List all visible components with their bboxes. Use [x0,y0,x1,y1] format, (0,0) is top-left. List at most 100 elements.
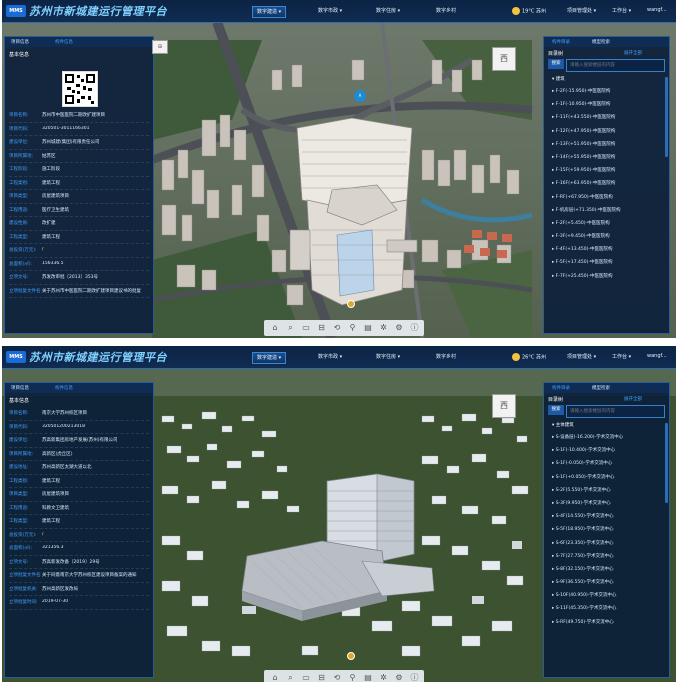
nav-tab-digital-housing[interactable]: 数字住房 ▾ [372,352,404,362]
field-row: 总面积(㎡): 321356.3 [9,542,149,556]
gear-icon[interactable]: ⚙ [394,323,404,333]
measure-icon[interactable]: ▭ [301,673,311,682]
nav-tab-digital-housing[interactable]: 数字住房 ▾ [372,6,404,16]
tree-category[interactable]: ▾ 主体建筑 [552,421,665,431]
tree-item[interactable]: ▸ F-4F(+13.450)-中医医院构 [552,243,665,256]
compass-cube-icon[interactable]: 西 [492,47,516,71]
search-icon[interactable]: ⌕ [286,673,296,682]
map-marker-icon[interactable] [347,300,355,308]
tree-item[interactable]: ▸ S-2F(5.550)-学术交流中心 [552,484,665,497]
home-icon[interactable]: ⌂ [270,673,280,682]
workspace-menu[interactable]: 工作台 ▾ [612,353,631,360]
nav-tab-digital-village[interactable]: 数字乡村 [432,352,460,362]
info-icon[interactable]: ⓘ [410,673,420,682]
tree-item[interactable]: ▸ S-11F(45.350)-学术交流中心 [552,602,665,615]
user-menu[interactable]: wangf... [647,7,667,13]
map-marker-icon[interactable] [347,652,355,660]
tree-item[interactable]: ▸ S-1F(-10.400)-学术交流中心 [552,444,665,457]
field-row: 工程类别: 建筑工程 [9,475,149,488]
tree-item[interactable]: ▸ S-4F(14.550)-学术交流中心 [552,510,665,523]
tree-item[interactable]: ▸ S-1F(-0.050)-学术交流中心 [552,457,665,470]
tree-item[interactable]: ▸ F-2F(+5.450)-中医医院构 [552,217,665,230]
field-row: 项目所属地: 姑苏区 [9,150,149,163]
nav-tab-digital-village[interactable]: 数字乡村 [432,6,460,16]
tree-item[interactable]: ▸ S-设备层(-16.200)-学术交流中心 [552,431,665,444]
measure-icon[interactable]: ▭ [301,323,311,333]
location-icon[interactable]: ⚲ [348,673,358,682]
user-menu[interactable]: wangf... [647,353,667,359]
field-value: 高新区(虎丘区) [42,451,73,457]
field-label: 项目代码: [9,126,29,132]
tab-project-info[interactable]: 项目信息 [11,385,29,391]
zoom-control-icon[interactable]: ⊞ [152,40,168,54]
tab-model-search[interactable]: 模型检索 [592,385,610,391]
tree-item[interactable]: ▸ F-14F(+55.950)-中医医院构 [552,151,665,164]
tree-item[interactable]: ▸ S-7F(27.750)-学术交流中心 [552,550,665,563]
home-icon[interactable]: ⌂ [270,323,280,333]
tab-component-info[interactable]: 构件信息 [55,385,73,391]
rotate-icon[interactable]: ⟲ [332,323,342,333]
org-selector[interactable]: 项目管理处 ▾ [567,7,596,14]
nav-tab-digital-construction[interactable]: 数字建造 ▾ [252,6,287,18]
tree-item[interactable]: ▸ S-10F(40.950)-学术交流中心 [552,589,665,602]
nav-tab-digital-construction[interactable]: 数字建造 ▾ [252,352,287,364]
tree-item[interactable]: ▸ S-9F(36.550)-学术交流中心 [552,576,665,589]
tree-item[interactable]: ▸ F-1F(-10.950)-中医医院构 [552,98,665,111]
tree-item[interactable]: ▸ S-5F(18.950)-学术交流中心 [552,523,665,536]
search-input[interactable] [566,405,665,418]
tree-item[interactable]: ▸ S-1F(+0.050)-学术交流中心 [552,471,665,484]
layers-icon[interactable]: ⊟ [317,673,327,682]
tab-component-catalog[interactable]: 构件目录 [552,385,570,391]
tree-item[interactable]: ▸ F-5F(+17.450)-中医医院构 [552,256,665,269]
location-icon[interactable]: ⚲ [348,323,358,333]
tree-item[interactable]: ▸ F-12F(+47.950)-中医医院构 [552,125,665,138]
tree-item[interactable]: ▸ S-6F(23.350)-学术交流中心 [552,537,665,550]
top-navbar: MMS 苏州市新城建运行管理平台 数字建造 ▾ 数字市政 ▾ 数字住房 ▾ 数字… [2,0,676,23]
tree-item[interactable]: ▸ S-3F(9.950)-学术交流中心 [552,497,665,510]
scrollbar[interactable] [665,423,668,503]
list-icon[interactable]: ▤ [363,323,373,333]
layers-icon[interactable]: ⊟ [317,323,327,333]
tab-project-info[interactable]: 项目信息 [11,39,29,45]
rotate-icon[interactable]: ⟲ [332,673,342,682]
tree-category[interactable]: ▾ 建筑 [552,75,665,85]
tree-item[interactable]: ▸ S-8F(32.150)-学术交流中心 [552,563,665,576]
nav-tab-digital-municipal[interactable]: 数字市政 ▾ [314,352,346,362]
expand-all-button[interactable]: 展开全部 [624,396,642,402]
settings-icon[interactable]: ✲ [379,673,389,682]
field-row: 立项批复时间: 2019-07-30 [9,596,149,610]
workspace-menu[interactable]: 工作台 ▾ [612,7,631,14]
location-marker[interactable]: A [354,90,366,102]
tree-item[interactable]: ▸ F-RF(+67.950)-中医医院构 [552,191,665,204]
tree-item[interactable]: ▸ F-3F(+9.450)-中医医院构 [552,230,665,243]
tab-model-search[interactable]: 模型检索 [592,39,610,45]
tree-item[interactable]: ▸ F-7F(+25.450)-中医医院构 [552,270,665,283]
tree-item[interactable]: ▸ F-13F(+51.950)-中医医院构 [552,138,665,151]
expand-all-button[interactable]: 展开全部 [624,50,642,56]
field-row: 工程阶段: 施工阶段 [9,163,149,177]
search-input[interactable] [566,59,665,72]
search-icon[interactable]: ⌕ [286,323,296,333]
scrollbar[interactable] [665,77,668,157]
tab-component-catalog[interactable]: 构件目录 [552,39,570,45]
field-value: 苏州城建(集团)有限责任公司 [42,140,100,145]
map-toolbar: ⌂ ⌕ ▭ ⊟ ⟲ ⚲ ▤ ✲ ⚙ ⓘ [264,670,424,682]
tab-component-info[interactable]: 构件信息 [55,39,73,45]
settings-icon[interactable]: ✲ [379,323,389,333]
info-icon[interactable]: ⓘ [410,323,420,333]
tree-item[interactable]: ▸ F-16F(+63.950)-中医医院构 [552,177,665,190]
field-value: 苏州高新区太湖大道以北 [42,465,92,470]
nav-tab-digital-municipal[interactable]: 数字市政 ▾ [314,6,346,16]
compass-cube-icon[interactable]: 西 [492,394,516,418]
gear-icon[interactable]: ⚙ [394,673,404,682]
tree-item[interactable]: ▸ F-15F(+59.950)-中医医院构 [552,164,665,177]
project-field-list: 项目名称: 南京大学苏州校区项目 项目代码: 320501200213018 建设单位:… [9,407,149,610]
tree-item[interactable]: ▸ F-11F(+43.550)-中医医院构 [552,111,665,124]
tree-item[interactable]: ▸ S-RF(49.750)-学术交流中心 [552,616,665,629]
org-selector[interactable]: 项目管理处 ▾ [567,353,596,360]
field-label: 工程类型: [9,519,29,524]
list-icon[interactable]: ▤ [363,673,373,682]
tree-item[interactable]: ▸ F-机房层(+71.350)-中医医院构 [552,204,665,217]
field-label: 项目名称: [9,113,29,118]
tree-item[interactable]: ▸ F-2F(-15.950)-中医医院构 [552,85,665,98]
